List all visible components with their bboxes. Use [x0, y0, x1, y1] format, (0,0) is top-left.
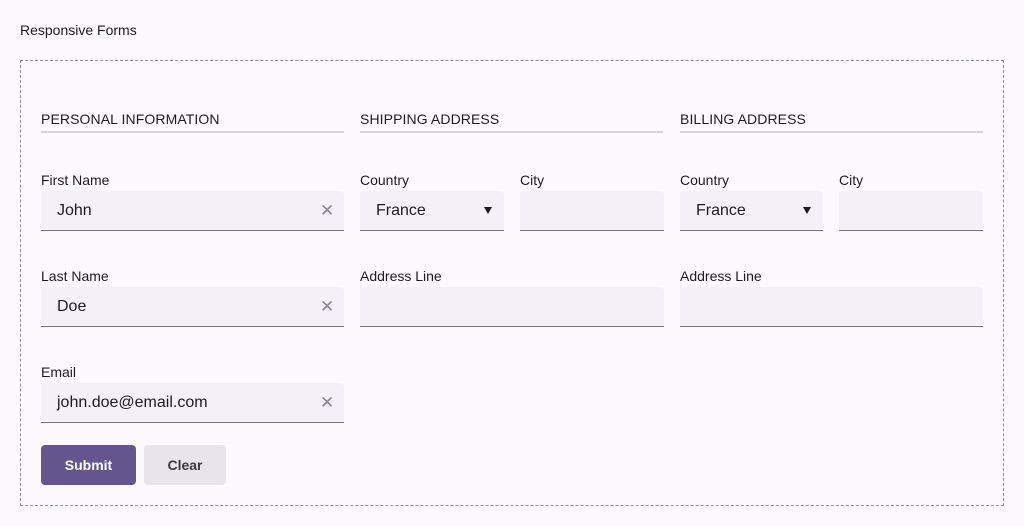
first-name-field: First Name John ✕ — [41, 171, 344, 231]
email-label: Email — [41, 364, 77, 380]
first-name-value: John — [57, 202, 92, 219]
clear-button[interactable]: Clear — [144, 445, 226, 485]
page-title: Responsive Forms — [20, 22, 137, 38]
shipping-address-input[interactable] — [360, 287, 664, 327]
last-name-value: Doe — [57, 298, 87, 315]
shipping-address-label: Address Line — [360, 268, 442, 284]
shipping-country-value: France — [376, 202, 426, 219]
billing-address-input[interactable] — [680, 287, 983, 327]
billing-city-label: City — [839, 172, 864, 188]
billing-country-label: Country — [680, 172, 730, 188]
section-title-personal: PERSONAL INFORMATION — [41, 111, 344, 133]
close-icon[interactable]: ✕ — [320, 298, 334, 316]
email-value: john.doe@email.com — [57, 394, 208, 411]
shipping-country-label: Country — [360, 172, 410, 188]
billing-city-input[interactable] — [839, 191, 983, 231]
shipping-city-label: City — [520, 172, 545, 188]
billing-country-field: Country France — [680, 171, 823, 231]
billing-country-value: France — [696, 202, 746, 219]
last-name-input[interactable]: Doe ✕ — [41, 287, 344, 327]
email-field: Email john.doe@email.com ✕ — [41, 363, 344, 423]
billing-country-select[interactable]: France — [680, 191, 823, 231]
shipping-city-input[interactable] — [520, 191, 664, 231]
last-name-field: Last Name Doe ✕ — [41, 267, 344, 327]
billing-city-field: City — [839, 171, 983, 231]
shipping-city-field: City — [520, 171, 664, 231]
billing-address-label: Address Line — [680, 268, 762, 284]
close-icon[interactable]: ✕ — [320, 394, 334, 412]
shipping-address-field: Address Line — [360, 267, 664, 327]
first-name-label: First Name — [41, 172, 110, 188]
shipping-country-select[interactable]: France — [360, 191, 504, 231]
email-input[interactable]: john.doe@email.com ✕ — [41, 383, 344, 423]
responsive-form: PERSONAL INFORMATION SHIPPING ADDRESS BI… — [20, 60, 1004, 506]
section-title-shipping: SHIPPING ADDRESS — [360, 111, 663, 133]
first-name-input[interactable]: John ✕ — [41, 191, 344, 231]
submit-button[interactable]: Submit — [41, 445, 136, 485]
billing-address-field: Address Line — [680, 267, 983, 327]
caret-down-icon — [484, 207, 492, 214]
last-name-label: Last Name — [41, 268, 109, 284]
caret-down-icon — [803, 207, 811, 214]
shipping-country-field: Country France — [360, 171, 504, 231]
close-icon[interactable]: ✕ — [320, 202, 334, 220]
section-title-billing: BILLING ADDRESS — [680, 111, 983, 133]
